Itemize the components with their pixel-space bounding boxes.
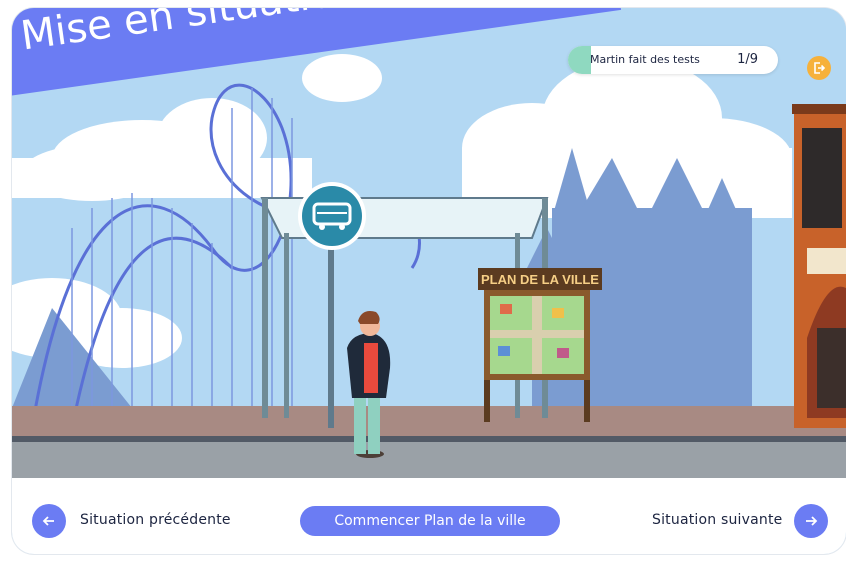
progress-name: Martin fait des tests — [590, 53, 700, 66]
start-button[interactable]: Commencer Plan de la ville — [300, 506, 560, 536]
building-right — [792, 104, 846, 428]
next-situation-button[interactable] — [794, 504, 828, 538]
exit-icon — [814, 62, 826, 74]
arrow-left-icon — [42, 516, 54, 526]
progress-fill — [568, 46, 592, 74]
sidewalk — [12, 406, 846, 436]
previous-situation-button[interactable] — [32, 504, 66, 538]
exit-button[interactable] — [807, 56, 831, 80]
arrow-right-icon — [806, 516, 818, 526]
bus-stop-sign — [298, 182, 366, 250]
scene-illustration: PLAN DE LA VILLE — [12, 8, 846, 478]
progress-indicator: Martin fait des tests 1/9 — [568, 46, 778, 74]
footer-nav: Situation précédente Commencer Plan de l… — [12, 478, 846, 554]
progress-count: 1/9 — [737, 52, 758, 67]
previous-situation-label[interactable]: Situation précédente — [80, 512, 231, 528]
next-situation-label[interactable]: Situation suivante — [652, 512, 782, 528]
activity-frame: PLAN DE LA VILLE Mise en situation optio… — [12, 8, 846, 554]
road — [12, 442, 846, 478]
map-sign-title: PLAN DE LA VILLE — [481, 272, 599, 287]
